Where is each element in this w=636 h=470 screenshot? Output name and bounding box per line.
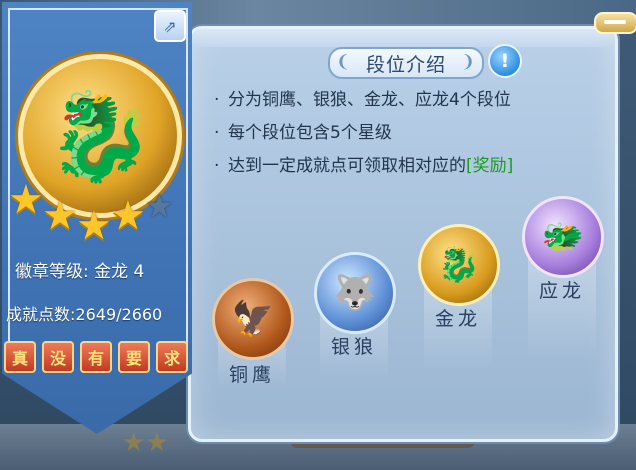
requirement-button[interactable]: 有 xyxy=(80,341,112,373)
star-filled-icon: ★ xyxy=(42,193,78,239)
tier-purple-dragon: 🐲 应龙 xyxy=(522,196,604,366)
tier-name: 银狼 xyxy=(330,336,377,358)
requirement-buttons: 真 没 有 要 求 xyxy=(4,341,188,373)
star-filled-icon: ★ xyxy=(110,193,146,239)
tier-name: 金龙 xyxy=(434,308,481,330)
star-filled-icon: ★ xyxy=(8,177,44,223)
reward-link[interactable]: [奖励] xyxy=(466,156,513,176)
eagle-medal-icon: 🦅 xyxy=(212,278,294,360)
intro-title-banner: ❨ 段位介绍 ❩ xyxy=(328,47,484,79)
swirl-right-icon: ❩ xyxy=(460,52,476,72)
rule-item: · 达到一定成就点可领取相对应的[奖励] xyxy=(214,156,514,176)
star-filled-icon: ★ xyxy=(76,203,112,249)
purple-dragon-medal-icon: 🐲 xyxy=(522,196,604,278)
achievement-points: 成就点数:2649/2660 xyxy=(6,305,163,324)
requirement-button[interactable]: 没 xyxy=(42,341,74,373)
tier-bronze-eagle: 🦅 铜鹰 xyxy=(212,278,294,388)
requirement-button[interactable]: 求 xyxy=(156,341,188,373)
tier-silver-wolf: 🐺 银狼 xyxy=(314,252,396,382)
share-icon[interactable]: ⇗ xyxy=(154,10,186,42)
close-button[interactable] xyxy=(594,12,636,34)
background-stars-icon: ★★ xyxy=(122,428,169,458)
tier-gold-dragon: 🐉 金龙 xyxy=(418,224,500,374)
requirement-button[interactable]: 真 xyxy=(4,341,36,373)
badge-level: 徽章等级: 金龙 4 xyxy=(15,262,145,282)
swirl-left-icon: ❨ xyxy=(336,52,352,72)
requirement-button[interactable]: 要 xyxy=(118,341,150,373)
gold-dragon-medal-icon: 🐉 xyxy=(418,224,500,306)
tier-name: 应龙 xyxy=(538,280,585,302)
rule-item: · 每个段位包含5个星级 xyxy=(214,123,392,143)
intro-title: 段位介绍 xyxy=(365,53,446,76)
rule-list: · 分为铜鹰、银狼、金龙、应龙4个段位 · 每个段位包含5个星级 · 达到一定成就点可… xyxy=(214,88,513,187)
rule-item: · 分为铜鹰、银狼、金龙、应龙4个段位 xyxy=(214,90,511,110)
tier-name: 铜鹰 xyxy=(228,364,275,386)
info-icon[interactable]: ! xyxy=(488,44,522,78)
wolf-medal-icon: 🐺 xyxy=(314,252,396,334)
star-empty-icon: ★ xyxy=(145,187,174,225)
